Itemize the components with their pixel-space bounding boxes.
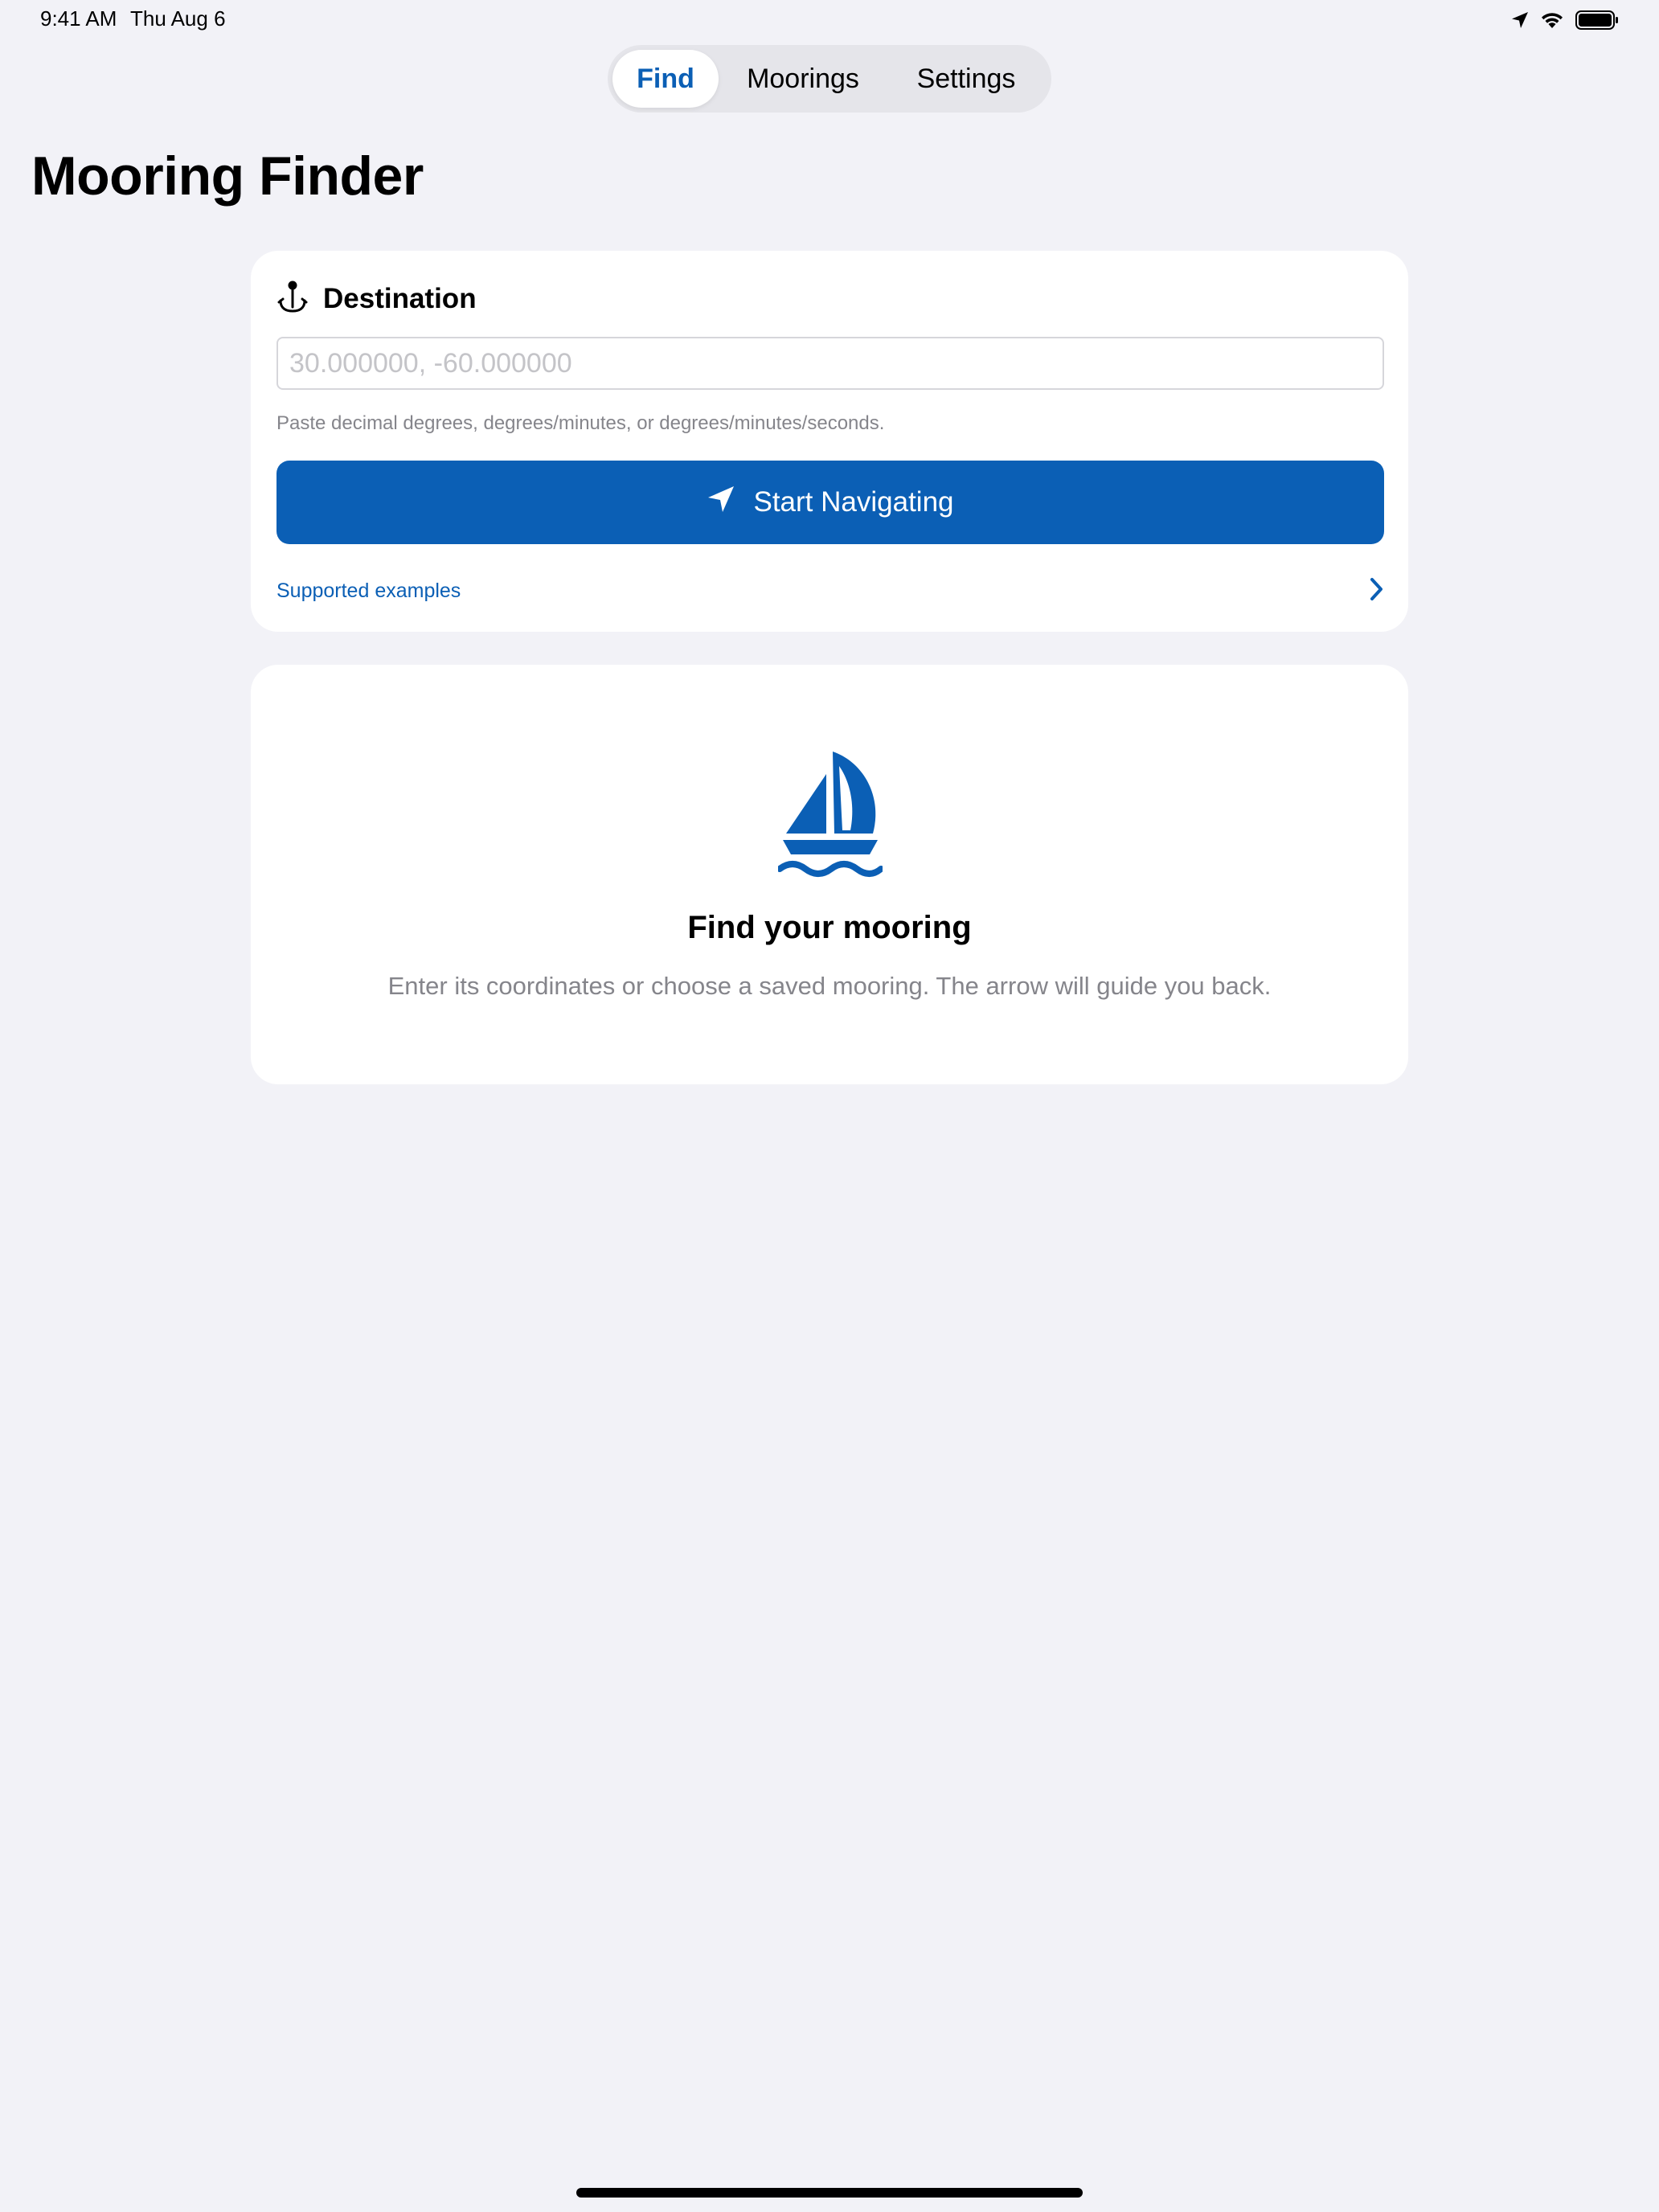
location-arrow-icon [707, 485, 735, 521]
battery-icon [1575, 10, 1619, 31]
empty-state-title: Find your mooring [687, 910, 972, 945]
coordinates-input[interactable] [276, 337, 1384, 390]
empty-state-description: Enter its coordinates or choose a saved … [387, 972, 1272, 1000]
start-navigating-button[interactable]: Start Navigating [276, 461, 1384, 544]
status-bar: 9:41 AM Thu Aug 6 [0, 0, 1659, 39]
tab-moorings[interactable]: Moorings [719, 50, 887, 108]
empty-state-card: Find your mooring Enter its coordinates … [251, 665, 1408, 1084]
status-date: Thu Aug 6 [130, 6, 226, 31]
status-time: 9:41 AM [40, 6, 117, 31]
segmented-tab-bar: Find Moorings Settings [608, 45, 1051, 113]
tab-find[interactable]: Find [612, 50, 719, 108]
status-icons [1511, 8, 1619, 32]
destination-label: Destination [323, 282, 477, 314]
app-screen: 9:41 AM Thu Aug 6 Find Moorings Settings… [0, 0, 1659, 2212]
chevron-right-icon [1368, 577, 1384, 605]
destination-card: Destination Paste decimal degrees, degre… [251, 251, 1408, 632]
destination-header: Destination [276, 280, 477, 317]
location-services-icon [1511, 11, 1529, 29]
start-navigating-label: Start Navigating [753, 486, 954, 518]
sailboat-icon [776, 750, 884, 883]
page-title: Mooring Finder [31, 145, 424, 207]
tab-settings[interactable]: Settings [887, 50, 1045, 108]
coordinate-format-hint: Paste decimal degrees, degrees/minutes, … [276, 412, 885, 434]
wifi-icon [1540, 11, 1564, 29]
anchor-pin-icon [276, 280, 309, 317]
supported-examples-link[interactable]: Supported examples [276, 572, 1384, 609]
home-indicator [576, 2188, 1083, 2198]
supported-examples-label: Supported examples [276, 579, 461, 602]
